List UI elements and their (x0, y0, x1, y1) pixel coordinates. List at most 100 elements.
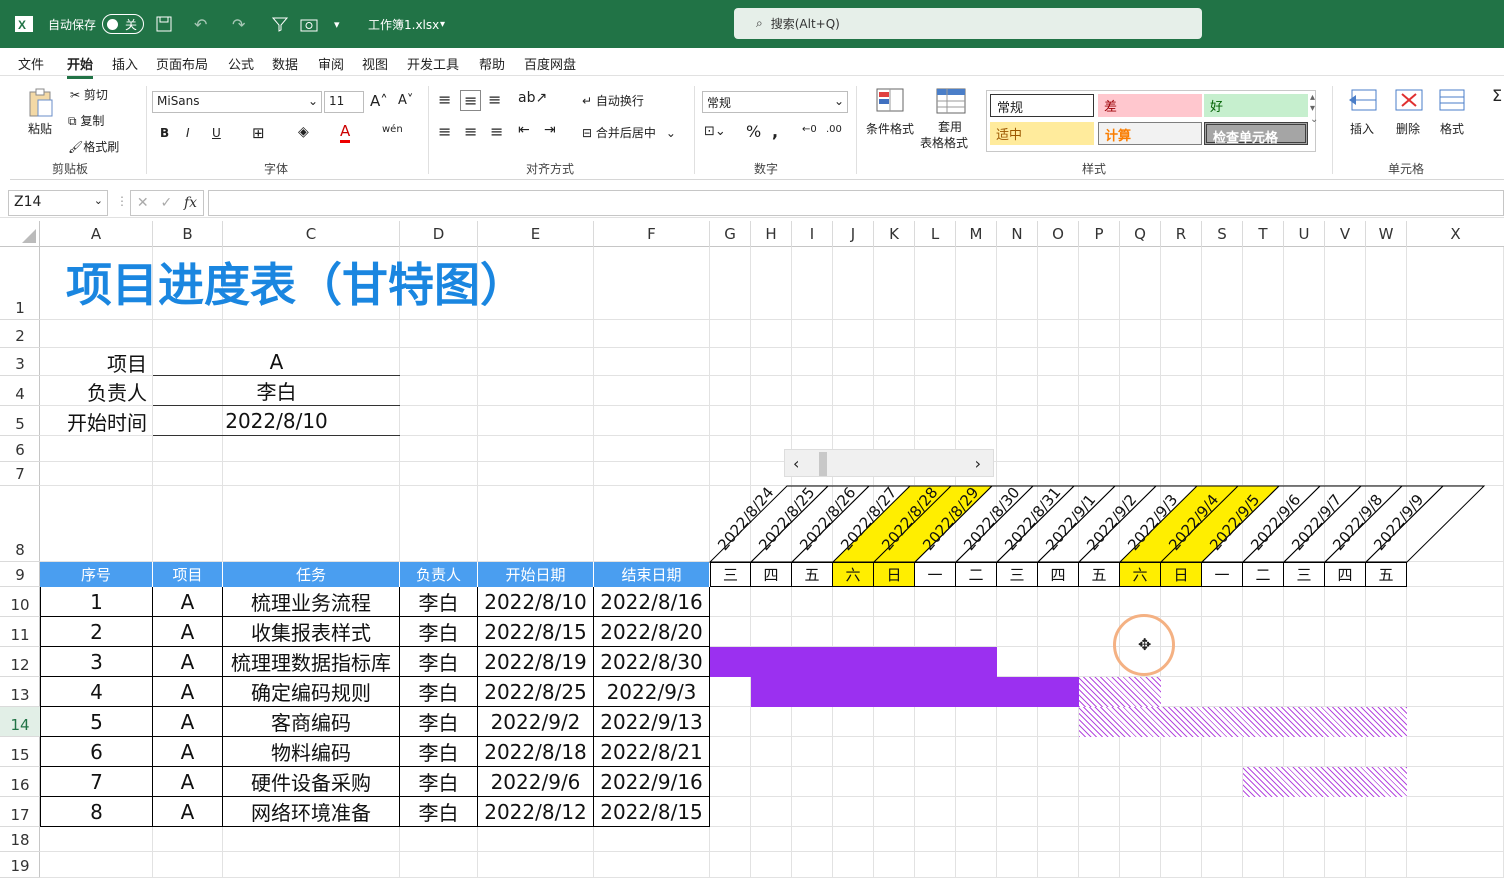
column-header-P[interactable]: P (1079, 221, 1120, 247)
row-header-15[interactable]: 15 (0, 737, 40, 767)
decrease-font-icon[interactable]: A˅ (398, 93, 413, 108)
column-header-T[interactable]: T (1243, 221, 1284, 247)
autosave-toggle[interactable]: 关 (102, 0, 144, 48)
tab-developer[interactable]: 开发工具 (407, 54, 459, 73)
border-icon[interactable]: ⊞ (252, 124, 265, 142)
column-header-C[interactable]: C (223, 221, 400, 247)
phonetic-icon[interactable]: wén (382, 124, 403, 135)
align-center-icon[interactable]: ≡ (464, 122, 477, 141)
column-header-I[interactable]: I (792, 221, 833, 247)
merge-center-button[interactable]: ⊟ 合并后居中 ⌄ (582, 124, 676, 141)
column-header-X[interactable]: X (1407, 221, 1504, 247)
align-right-icon[interactable]: ≡ (490, 122, 503, 141)
font-color-icon[interactable]: A (340, 122, 351, 143)
confirm-icon[interactable]: ✓ (160, 195, 172, 211)
name-box[interactable]: Z14 ⌄ (8, 190, 108, 216)
cut-button[interactable]: ✂ 剪切 (70, 86, 108, 103)
column-header-U[interactable]: U (1284, 221, 1325, 247)
row-header-19[interactable]: 19 (0, 852, 40, 878)
search-box[interactable]: ⌕ 搜索(Alt+Q) (734, 8, 1202, 39)
column-header-O[interactable]: O (1038, 221, 1079, 247)
row-header-11[interactable]: 11 (0, 617, 40, 647)
undo-icon[interactable]: ↶ (194, 0, 207, 48)
row-header-6[interactable]: 6 (0, 436, 40, 462)
copy-button[interactable]: ⧉ 复制 (68, 112, 104, 129)
row-header-2[interactable]: 2 (0, 320, 40, 348)
column-header-H[interactable]: H (751, 221, 792, 247)
formula-input[interactable] (208, 190, 1504, 216)
camera-icon[interactable] (300, 0, 318, 48)
row-header-14[interactable]: 14 (0, 707, 40, 737)
column-header-L[interactable]: L (915, 221, 956, 247)
row-header-4[interactable]: 4 (0, 376, 40, 406)
increase-font-icon[interactable]: A˄ (370, 92, 388, 110)
cancel-icon[interactable]: ✕ (137, 195, 149, 211)
font-size-select[interactable]: 11 (324, 91, 364, 113)
column-header-E[interactable]: E (478, 221, 594, 247)
tab-formulas[interactable]: 公式 (228, 54, 254, 73)
number-format-select[interactable]: 常规 ⌄ (702, 91, 848, 113)
align-left-icon[interactable]: ≡ (438, 122, 451, 141)
column-header-S[interactable]: S (1202, 221, 1243, 247)
scroll-thumb[interactable] (819, 452, 827, 476)
column-header-K[interactable]: K (874, 221, 915, 247)
row-header-1[interactable]: 1 (0, 247, 40, 320)
row-header-8[interactable]: 8 (0, 486, 40, 562)
column-header-G[interactable]: G (710, 221, 751, 247)
decrease-decimal-icon[interactable]: .00 (826, 124, 842, 135)
row-header-12[interactable]: 12 (0, 647, 40, 677)
increase-indent-icon[interactable]: ⇥ (544, 122, 556, 138)
row-header-3[interactable]: 3 (0, 348, 40, 376)
align-bottom-icon[interactable]: ≡ (488, 90, 501, 109)
row-header-13[interactable]: 13 (0, 677, 40, 707)
tab-review[interactable]: 审阅 (318, 54, 344, 73)
tab-data[interactable]: 数据 (272, 54, 298, 73)
column-header-D[interactable]: D (400, 221, 478, 247)
sum-icon[interactable]: Σ (1492, 86, 1502, 105)
style-check-cell[interactable]: 检查单元格 (1204, 122, 1308, 146)
column-header-A[interactable]: A (40, 221, 153, 247)
table-format-label-2[interactable]: 表格格式 (920, 134, 968, 151)
font-name-select[interactable]: MiSans ⌄ (152, 91, 322, 113)
conditional-format-button[interactable]: 条件格式 (866, 120, 914, 137)
column-header-R[interactable]: R (1161, 221, 1202, 247)
percent-icon[interactable]: % (746, 122, 761, 141)
italic-button[interactable]: I (186, 126, 190, 140)
sheet-grid[interactable]: 项目进度表（甘特图） 项目 A 负责人 李白 开始时间 2022/8/10 序号 项目 任务负… (40, 247, 1504, 878)
table-format-label-1[interactable]: 套用 (938, 118, 962, 135)
column-header-V[interactable]: V (1325, 221, 1366, 247)
style-neutral[interactable]: 适中 (990, 122, 1094, 145)
bold-button[interactable]: B (160, 126, 169, 140)
column-header-F[interactable]: F (594, 221, 710, 247)
currency-icon[interactable]: ⊡⌄ (704, 124, 726, 139)
delete-cells-button[interactable]: 删除 (1396, 120, 1420, 137)
wrap-text-button[interactable]: ↵ 自动换行 (582, 92, 644, 109)
save-icon[interactable] (156, 0, 172, 48)
style-normal[interactable]: 常规 (990, 94, 1094, 117)
date-scrollbar[interactable]: ‹ › (784, 449, 994, 477)
tab-help[interactable]: 帮助 (479, 54, 505, 73)
row-header-18[interactable]: 18 (0, 827, 40, 852)
tab-insert[interactable]: 插入 (112, 54, 138, 73)
orientation-icon[interactable]: ab↗ (518, 90, 547, 106)
insert-cells-button[interactable]: 插入 (1350, 120, 1374, 137)
column-header-Q[interactable]: Q (1120, 221, 1161, 247)
decrease-indent-icon[interactable]: ⇤ (518, 122, 530, 138)
paste-button[interactable]: 粘贴 (28, 120, 52, 137)
column-header-B[interactable]: B (153, 221, 223, 247)
underline-button[interactable]: U (212, 126, 221, 140)
row-header-7[interactable]: 7 (0, 462, 40, 486)
align-middle-icon[interactable]: ≡ (460, 90, 482, 111)
tab-view[interactable]: 视图 (362, 54, 388, 73)
column-header-M[interactable]: M (956, 221, 997, 247)
style-calculation[interactable]: 计算 (1098, 122, 1202, 145)
column-header-J[interactable]: J (833, 221, 874, 247)
format-painter-button[interactable]: 🖌格式刷 (68, 138, 119, 155)
tab-baidu-pan[interactable]: 百度网盘 (524, 54, 576, 73)
filter-icon[interactable] (272, 0, 288, 48)
tab-home[interactable]: 开始 (67, 54, 94, 79)
column-header-W[interactable]: W (1366, 221, 1407, 247)
file-name[interactable]: 工作簿1.xlsx (368, 0, 439, 48)
gallery-scroll-icon[interactable]: ▴ ▾ ⌄ (1310, 92, 1318, 125)
row-header-5[interactable]: 5 (0, 406, 40, 436)
